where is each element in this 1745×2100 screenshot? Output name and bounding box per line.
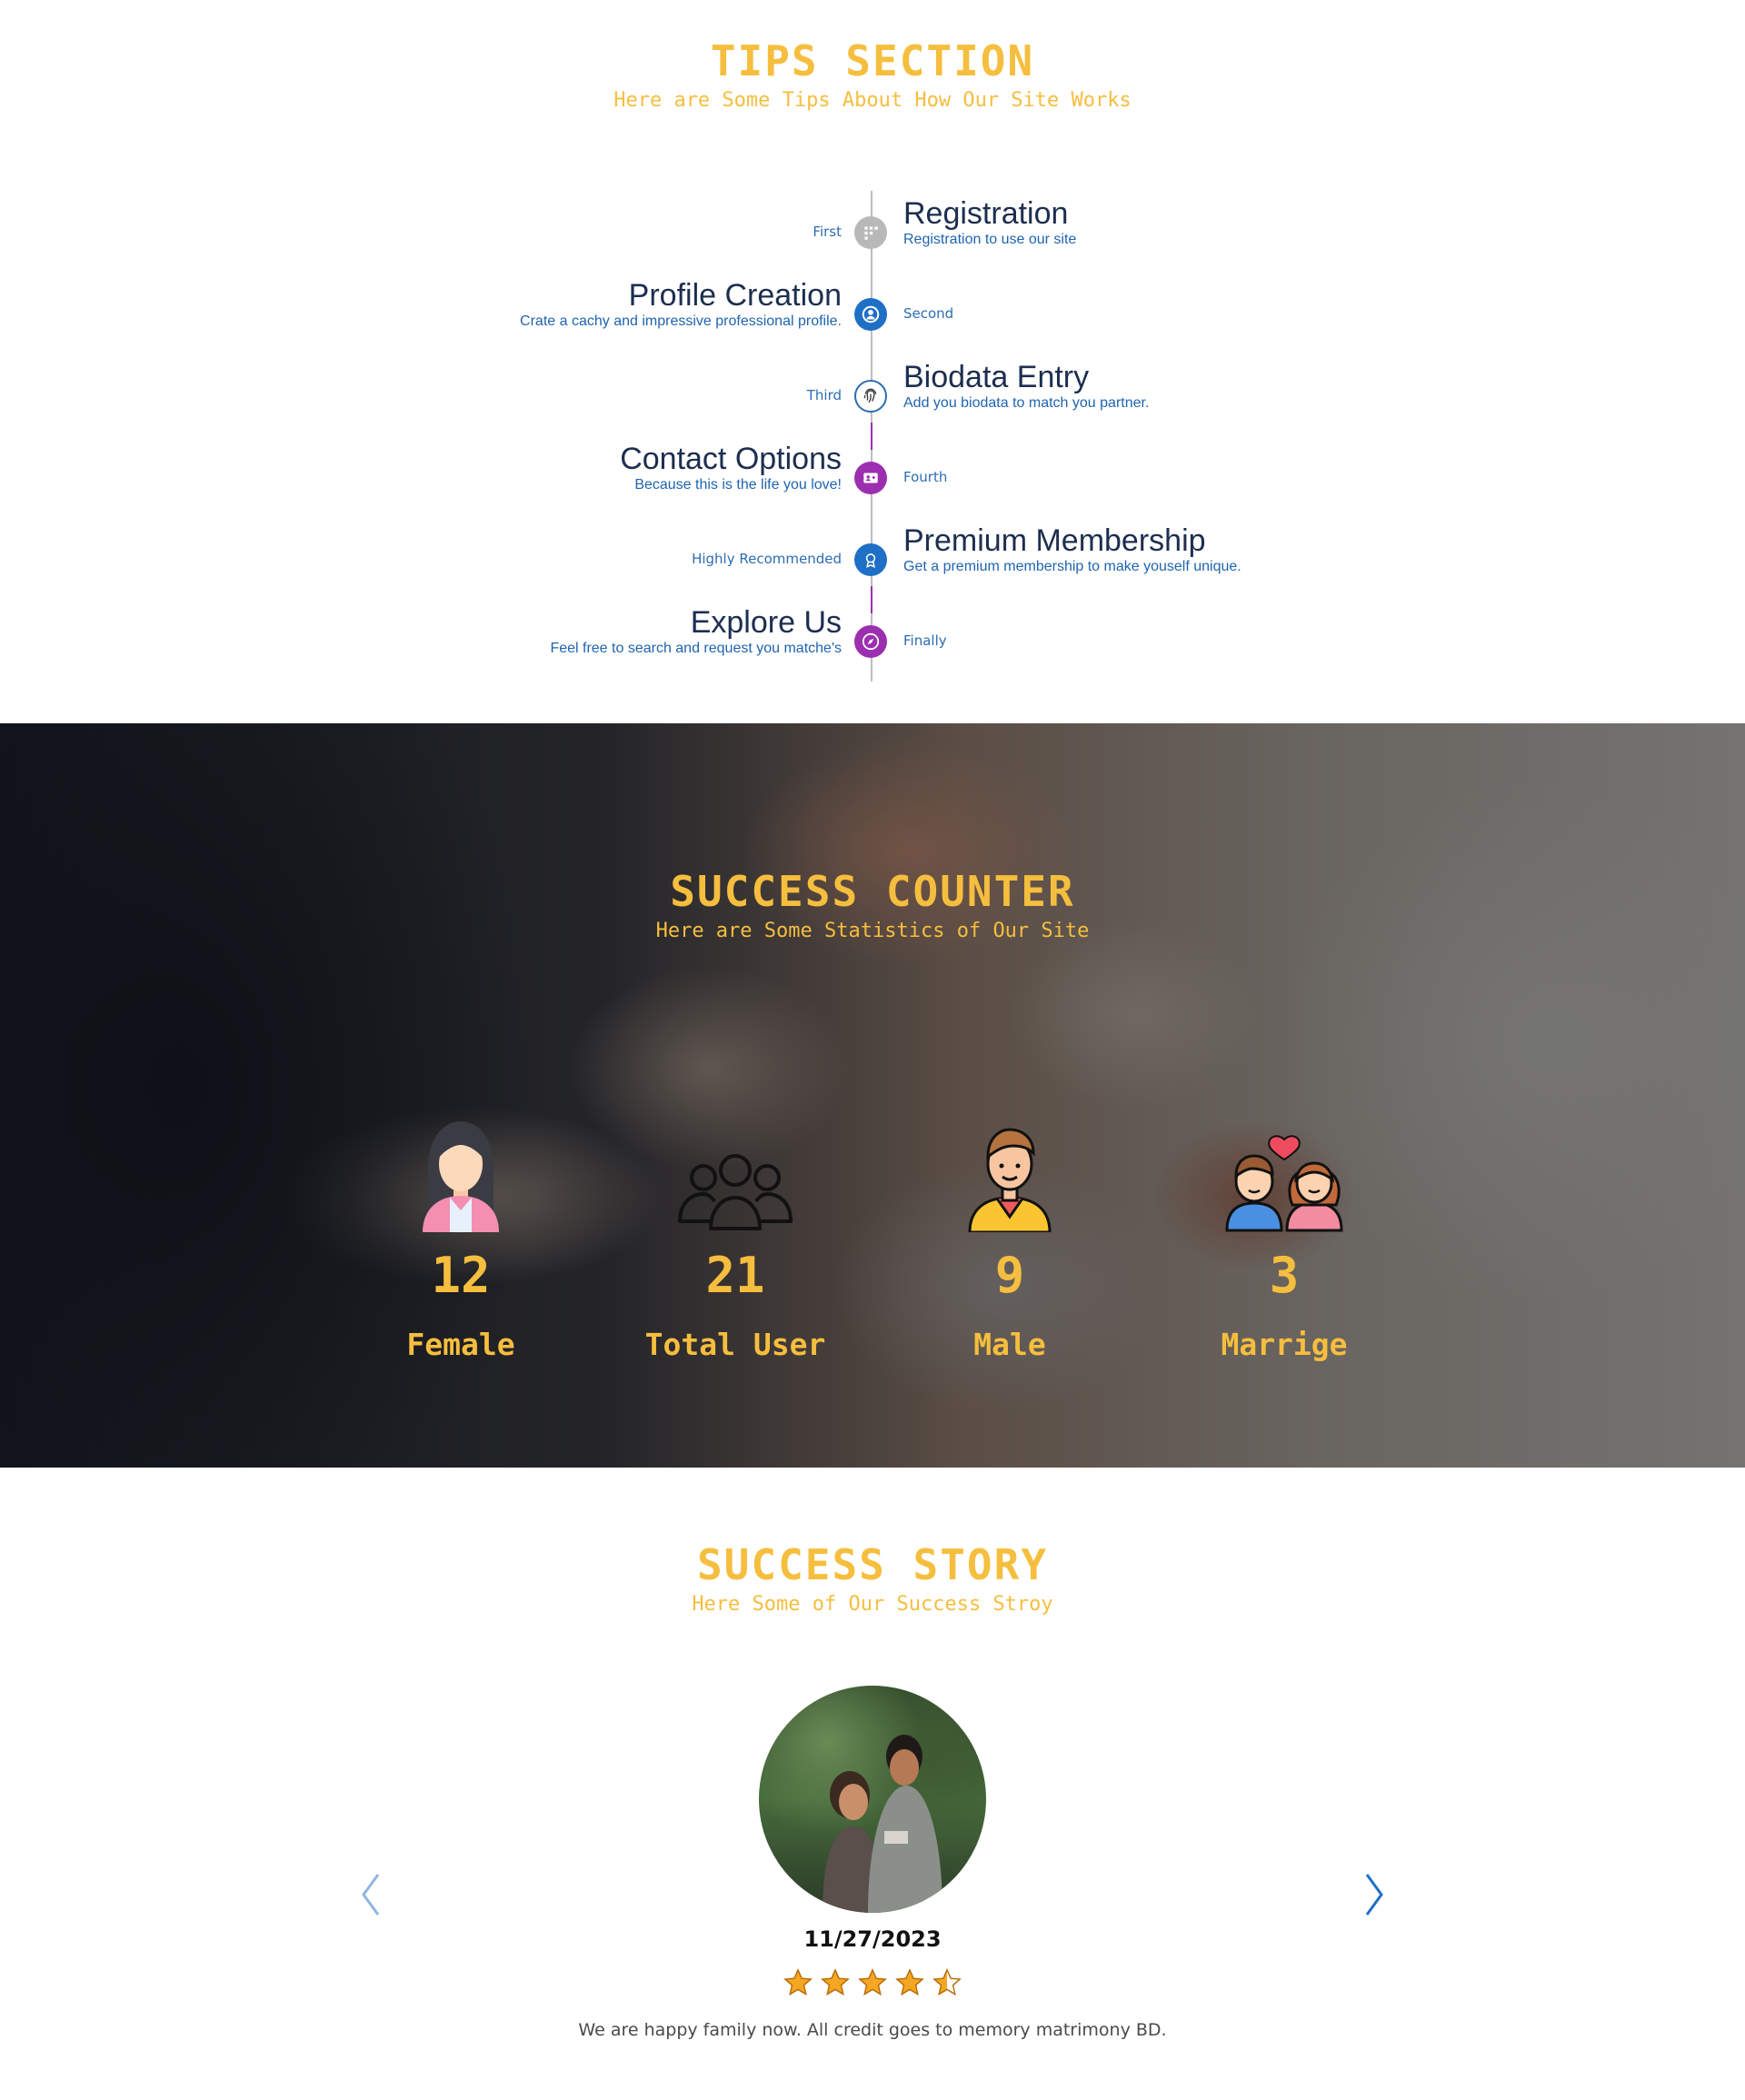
stat-value: 21	[705, 1247, 765, 1304]
stat-label: Marrige	[1221, 1327, 1348, 1362]
timeline-step: Contact Options Because this is the life…	[0, 442, 1745, 523]
background-overlay	[0, 723, 1745, 1468]
carousel-prev-button[interactable]	[353, 1867, 389, 1922]
rating-stars	[0, 1967, 1745, 2002]
stat-value: 9	[994, 1247, 1025, 1304]
male-avatar-icon	[901, 1105, 1119, 1232]
star-icon	[821, 1968, 850, 1996]
step-title: Premium Membership	[903, 523, 1206, 558]
tips-subtitle: Here are Some Tips About How Our Site Wo…	[613, 89, 1132, 112]
carousel-next-button[interactable]	[1356, 1867, 1392, 1922]
step-order: Second	[903, 305, 954, 322]
stat-value: 12	[431, 1247, 491, 1304]
step-title: Registration	[903, 196, 1069, 231]
step-desc: Get a premium membership to make youself…	[903, 559, 1241, 574]
star-icon	[783, 1968, 813, 1996]
success-story-section: SUCCESS STORY Here Some of Our Success S…	[0, 1468, 1745, 2100]
counter-heading: SUCCESS COUNTER Here are Some Statistics…	[0, 867, 1745, 942]
stat-label: Female	[406, 1327, 515, 1362]
story-title: SUCCESS STORY	[696, 1540, 1049, 1589]
step-order: First	[813, 224, 842, 240]
user-icon	[854, 298, 887, 331]
fingerprint-icon	[854, 380, 887, 413]
timeline-step: Explore Us Feel free to search and reque…	[0, 605, 1745, 687]
award-icon	[854, 543, 887, 576]
step-title: Contact Options	[620, 442, 842, 476]
tips-title: TIPS SECTION	[710, 36, 1035, 85]
step-desc: Registration to use our site	[903, 232, 1077, 247]
tips-heading: TIPS SECTION Here are Some Tips About Ho…	[0, 36, 1745, 112]
timeline-step: Profile Creation Crate a cachy and impre…	[0, 278, 1745, 360]
stat-label: Male	[973, 1327, 1046, 1362]
step-desc: Crate a cachy and impressive professiona…	[520, 314, 842, 329]
female-avatar-icon	[352, 1105, 570, 1232]
counter-subtitle: Here are Some Statistics of Our Site	[655, 920, 1090, 942]
chevron-left-icon	[362, 1874, 380, 1916]
compass-icon	[854, 625, 887, 658]
story-date: 11/27/2023	[803, 1926, 942, 1952]
stat-marrige: 3 Marrige	[1175, 1105, 1393, 1362]
story-subtitle: Here Some of Our Success Stroy	[692, 1593, 1053, 1616]
star-icon	[895, 1968, 924, 1996]
counter-title: SUCCESS COUNTER	[670, 867, 1075, 916]
couple-icon	[1175, 1105, 1393, 1232]
timeline-step: Highly Recommended Premium Membership Ge…	[0, 523, 1745, 605]
stat-total-user: 21 Total User	[626, 1105, 844, 1362]
timeline-step: Third Biodata Entry Add you biodata to m…	[0, 360, 1745, 442]
star-icon	[858, 1968, 887, 1996]
couple-photo	[759, 1686, 986, 1913]
stat-label: Total User	[644, 1327, 826, 1362]
stat-female: 12 Female	[352, 1105, 570, 1362]
step-title: Profile Creation	[628, 278, 842, 313]
tips-section: TIPS SECTION Here are Some Tips About Ho…	[0, 0, 1745, 723]
step-desc: Feel free to search and request you matc…	[550, 641, 842, 656]
step-title: Explore Us	[690, 605, 842, 640]
users-group-icon	[626, 1105, 844, 1232]
success-counter-section: SUCCESS COUNTER Here are Some Statistics…	[0, 723, 1745, 1468]
story-text: We are happy family now. All credit goes…	[578, 2020, 1167, 2040]
timeline-step: First Registration Registration to use o…	[0, 196, 1745, 278]
step-order: Fourth	[903, 469, 948, 485]
step-desc: Add you biodata to match you partner.	[903, 395, 1150, 411]
stat-male: 9 Male	[901, 1105, 1119, 1362]
contact-card-icon	[854, 462, 887, 494]
step-order: Third	[806, 387, 842, 403]
stat-value: 3	[1269, 1247, 1300, 1304]
step-desc: Because this is the life you love!	[634, 477, 842, 493]
step-order: Highly Recommended	[692, 551, 842, 567]
step-title: Biodata Entry	[903, 360, 1090, 394]
star-half-icon	[932, 1968, 962, 1996]
step-order: Finally	[903, 632, 947, 649]
chevron-right-icon	[1365, 1874, 1383, 1916]
story-heading: SUCCESS STORY Here Some of Our Success S…	[0, 1540, 1745, 1616]
grid-icon	[854, 216, 887, 249]
